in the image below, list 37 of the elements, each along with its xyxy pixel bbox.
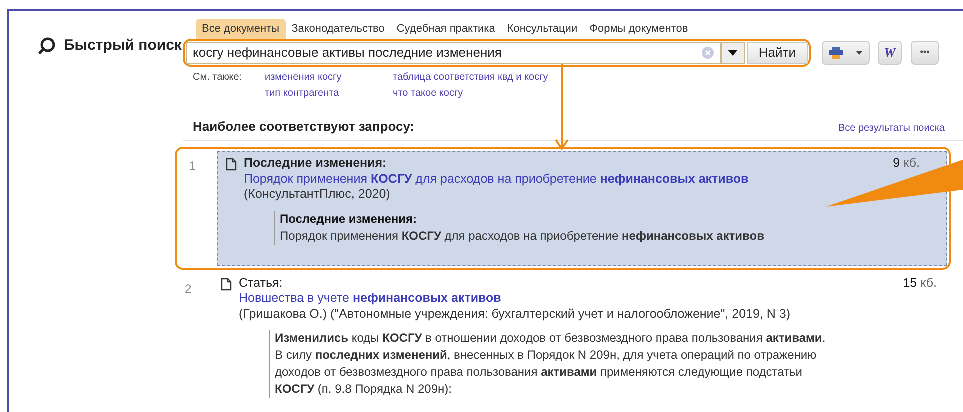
printer-icon — [829, 46, 844, 58]
caret-down-icon — [728, 50, 738, 56]
caret-down-icon — [856, 50, 863, 54]
related-query-link[interactable]: что такое косгу — [393, 86, 548, 100]
result-type: Последние изменения: — [244, 156, 387, 172]
history-dropdown-button[interactable] — [720, 42, 745, 64]
result-number: 1 — [188, 158, 197, 175]
search-icon — [38, 37, 56, 55]
more-button[interactable]: ••• — [911, 40, 939, 64]
find-button[interactable]: Найти — [746, 42, 808, 64]
results-heading: Наиболее соответствуют запросу: — [193, 118, 415, 136]
snippet: Изменились коды КОСГУ в отношении доходов от безвозмездного права пользования активами. В силу последних изменений, внесенных в Порядок N 209н, для учета операций по отражению доходов от безвозмездного права пользования активами применяются следующие подстатьи КОСГУ (п. 9.8 Порядка N 209н): — [269, 330, 829, 398]
related-query-link[interactable]: изменения косгу — [265, 70, 393, 84]
document-icon — [226, 158, 237, 171]
category-tab[interactable]: Законодательство — [286, 19, 391, 38]
result-type: Статья: — [239, 276, 283, 291]
file-size: 9 кб. — [893, 156, 920, 172]
related-query-link[interactable]: тип контрагента — [265, 86, 393, 100]
result-number: 2 — [184, 280, 193, 298]
search-field[interactable]: косгу нефинансовые активы последние изменения — [186, 42, 721, 64]
result-title-link[interactable]: Новшества в учете нефинансовых активов — [239, 291, 502, 306]
print-button[interactable] — [822, 40, 870, 64]
result-source: (КонсультантПлюс, 2020) — [244, 187, 392, 202]
document-icon — [221, 278, 232, 290]
result-source: (Гришакова О.) ("Автономные учреждения: бухгалтерский учет и налогообложение", 2019, N 3) — [239, 306, 792, 322]
category-tab[interactable]: Все документы — [196, 19, 286, 38]
category-tab[interactable]: Судебная практика — [390, 19, 502, 38]
snippet: Последние изменения: Порядок применения КОСГУ для расходов на приобретение нефинансовых активов — [274, 210, 834, 244]
result-title-link[interactable]: Порядок применения КОСГУ для расходов на приобретение нефинансовых активов — [244, 172, 749, 187]
category-tab[interactable]: Консультации — [501, 19, 584, 38]
related-query-link[interactable]: таблица соответствия квд и косгу — [393, 70, 548, 84]
page-title: Быстрый поиск — [64, 36, 182, 56]
category-tab[interactable]: Формы документов — [584, 19, 694, 38]
see-also-label: См. также: — [193, 70, 244, 84]
all-results-link[interactable]: Все результаты поиска — [838, 121, 945, 136]
file-size: 15 кб. — [903, 276, 937, 291]
word-export-button[interactable]: W — [878, 40, 902, 64]
